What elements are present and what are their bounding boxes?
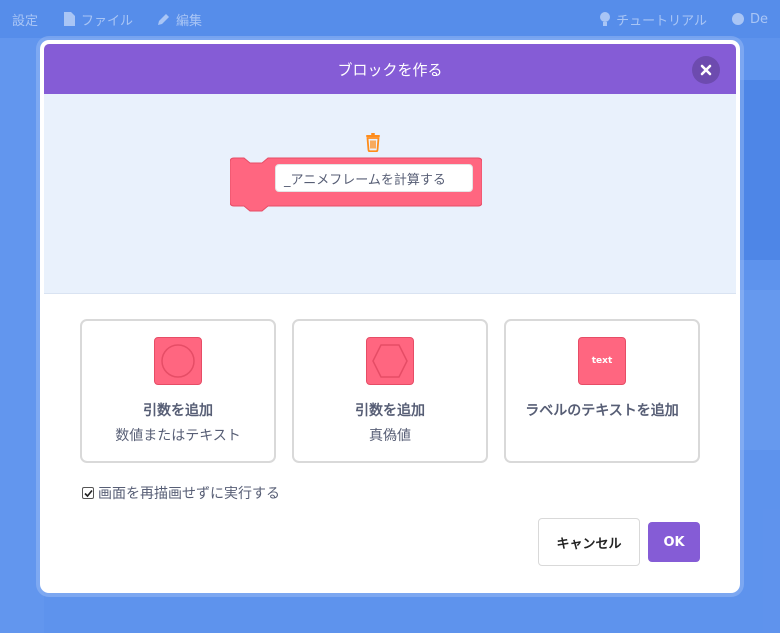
ok-button[interactable]: OK [648, 522, 700, 562]
option-title: 引数を追加 [355, 403, 425, 419]
add-input-boolean-button[interactable]: 引数を追加 真偽値 [292, 319, 488, 463]
checkmark-icon [83, 489, 93, 497]
option-subtitle: 数値またはテキスト [115, 428, 241, 444]
run-without-refresh-label: 画面を再描画せずに実行する [98, 486, 280, 502]
close-icon [700, 64, 712, 76]
option-title: ラベルのテキストを追加 [525, 403, 679, 419]
dialog-title: ブロックを作る [337, 60, 443, 79]
run-without-refresh-checkbox-row[interactable]: 画面を再描画せずに実行する [82, 483, 280, 503]
option-title: 引数を追加 [143, 403, 213, 419]
block-name-input[interactable]: _アニメフレームを計算する [275, 164, 473, 192]
option-subtitle: 真偽値 [369, 428, 411, 444]
round-input-icon [154, 337, 202, 385]
dialog-header: ブロックを作る [44, 44, 736, 94]
make-block-dialog: ブロックを作る _アニメフレームを計算する 引数を追加 数値またはテキスト 引数… [40, 40, 740, 593]
boolean-input-icon [366, 337, 414, 385]
add-label-text-button[interactable]: text ラベルのテキストを追加 [504, 319, 700, 463]
run-without-refresh-checkbox[interactable] [82, 487, 94, 499]
text-label-icon-text: text [591, 356, 613, 366]
text-label-icon: text [578, 337, 626, 385]
block-preview-area: _アニメフレームを計算する [44, 94, 736, 294]
cancel-button[interactable]: キャンセル [538, 518, 640, 566]
trash-icon[interactable] [364, 132, 382, 152]
close-button[interactable] [692, 56, 720, 84]
add-input-number-text-button[interactable]: 引数を追加 数値またはテキスト [80, 319, 276, 463]
